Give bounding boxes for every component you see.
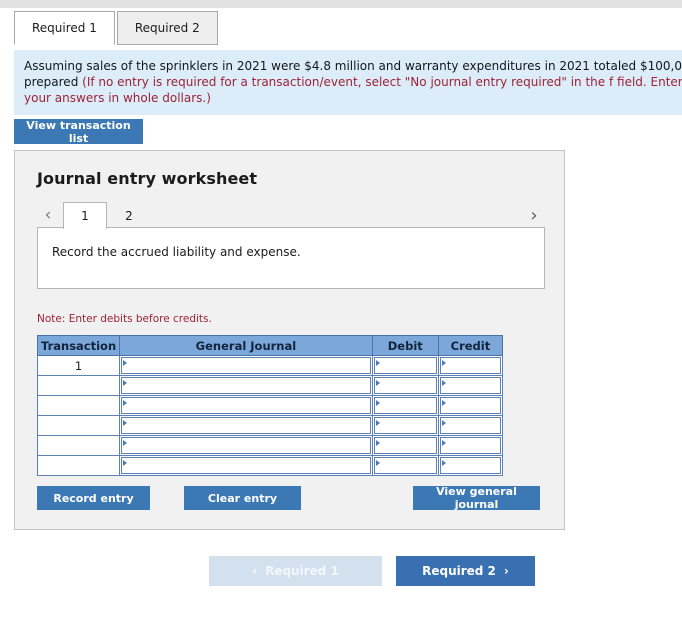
credit-cell[interactable] [437, 355, 504, 376]
journal-entry-table-body: 1 [36, 355, 504, 476]
credit-input[interactable] [439, 357, 501, 374]
worksheet-description-box: Record the accrued liability and expense… [37, 227, 545, 289]
general-journal-select[interactable] [121, 437, 371, 454]
nav-previous-required-1-button: ‹ Required 1 [209, 556, 382, 586]
chevron-left-icon: ‹ [252, 564, 258, 578]
worksheet-pager: ‹ 1 2 › [37, 201, 545, 229]
nav-previous-label: Required 1 [265, 564, 339, 578]
transaction-number-cell [36, 415, 121, 436]
debit-input[interactable] [373, 377, 437, 394]
table-row [36, 375, 504, 396]
debit-cell[interactable] [371, 355, 439, 376]
view-general-journal-label: View general journal [436, 485, 517, 511]
column-header-debit: Debit [371, 335, 439, 356]
required-tabbar: Required 1 Required 2 [14, 10, 218, 45]
journal-entry-table: Transaction General Journal Debit Credit… [36, 335, 504, 476]
table-row [36, 415, 504, 436]
record-entry-button[interactable]: Record entry [37, 486, 150, 510]
transaction-number-cell: 1 [36, 355, 121, 376]
credit-cell[interactable] [437, 395, 504, 416]
record-entry-label: Record entry [53, 491, 134, 505]
table-row [36, 395, 504, 416]
debit-cell[interactable] [371, 395, 439, 416]
journal-entry-worksheet-panel: Journal entry worksheet ‹ 1 2 › Record t… [14, 150, 565, 530]
credit-cell[interactable] [437, 415, 504, 436]
debit-cell[interactable] [371, 455, 439, 476]
credit-input[interactable] [439, 397, 501, 414]
debit-cell[interactable] [371, 415, 439, 436]
chevron-right-icon: › [503, 564, 509, 578]
nav-next-required-2-button[interactable]: Required 2 › [396, 556, 535, 586]
debit-input[interactable] [373, 357, 437, 374]
worksheet-description-text: Record the accrued liability and expense… [52, 245, 301, 259]
general-journal-select[interactable] [121, 377, 371, 394]
credit-input[interactable] [439, 457, 501, 474]
tab-required-1-label: Required 1 [32, 21, 97, 35]
chevron-right-icon[interactable]: › [523, 201, 545, 229]
table-row [36, 435, 504, 456]
table-header-row: Transaction General Journal Debit Credit [36, 335, 504, 356]
clear-entry-button[interactable]: Clear entry [184, 486, 301, 510]
debit-input[interactable] [373, 437, 437, 454]
debit-cell[interactable] [371, 435, 439, 456]
credit-input[interactable] [439, 377, 501, 394]
column-header-credit: Credit [437, 335, 504, 356]
general-journal-cell[interactable] [119, 395, 373, 416]
debits-before-credits-note: Note: Enter debits before credits. [37, 313, 212, 325]
transaction-number-cell [36, 435, 121, 456]
view-transaction-list-button[interactable]: View transaction list [14, 118, 143, 145]
worksheet-page-tab-1-label: 1 [81, 209, 89, 223]
debit-input[interactable] [373, 397, 437, 414]
credit-input[interactable] [439, 417, 501, 434]
debit-cell[interactable] [371, 375, 439, 396]
credit-cell[interactable] [437, 455, 504, 476]
transaction-number-cell [36, 375, 121, 396]
table-row [36, 455, 504, 476]
credit-cell[interactable] [437, 375, 504, 396]
general-journal-select[interactable] [121, 457, 371, 474]
bottom-navigation: ‹ Required 1 Required 2 › [0, 556, 682, 586]
general-journal-cell[interactable] [119, 435, 373, 456]
tab-required-2[interactable]: Required 2 [116, 11, 218, 45]
nav-next-label: Required 2 [422, 564, 496, 578]
general-journal-cell[interactable] [119, 455, 373, 476]
top-gray-strip [0, 0, 682, 8]
general-journal-select[interactable] [121, 357, 371, 374]
view-transaction-list-label: View transaction list [26, 118, 131, 145]
credit-input[interactable] [439, 437, 501, 454]
worksheet-page-tabs: 1 2 [63, 201, 151, 229]
worksheet-title: Journal entry worksheet [37, 169, 258, 188]
transaction-number-cell [36, 395, 121, 416]
worksheet-page-tab-2-label: 2 [125, 209, 133, 223]
transaction-number-cell [36, 455, 121, 476]
general-journal-cell[interactable] [119, 355, 373, 376]
table-row: 1 [36, 355, 504, 376]
instruction-panel: Assuming sales of the sprinklers in 2021… [14, 50, 682, 115]
column-header-general-journal: General Journal [119, 335, 373, 356]
worksheet-page-tab-2[interactable]: 2 [107, 202, 151, 229]
debit-input[interactable] [373, 417, 437, 434]
general-journal-cell[interactable] [119, 415, 373, 436]
view-general-journal-button[interactable]: View general journal [413, 485, 540, 511]
worksheet-page-tab-1[interactable]: 1 [63, 202, 107, 229]
general-journal-select[interactable] [121, 397, 371, 414]
credit-cell[interactable] [437, 435, 504, 456]
tab-required-2-label: Required 2 [134, 21, 200, 35]
debit-input[interactable] [373, 457, 437, 474]
column-header-transaction: Transaction [36, 335, 121, 356]
chevron-left-icon[interactable]: ‹ [37, 201, 59, 229]
clear-entry-label: Clear entry [207, 491, 278, 505]
worksheet-action-buttons: Record entry Clear entry View general jo… [15, 485, 566, 511]
general-journal-cell[interactable] [119, 375, 373, 396]
instruction-hint-text: (If no entry is required for a transacti… [24, 75, 682, 105]
tab-required-1[interactable]: Required 1 [14, 11, 115, 45]
general-journal-select[interactable] [121, 417, 371, 434]
